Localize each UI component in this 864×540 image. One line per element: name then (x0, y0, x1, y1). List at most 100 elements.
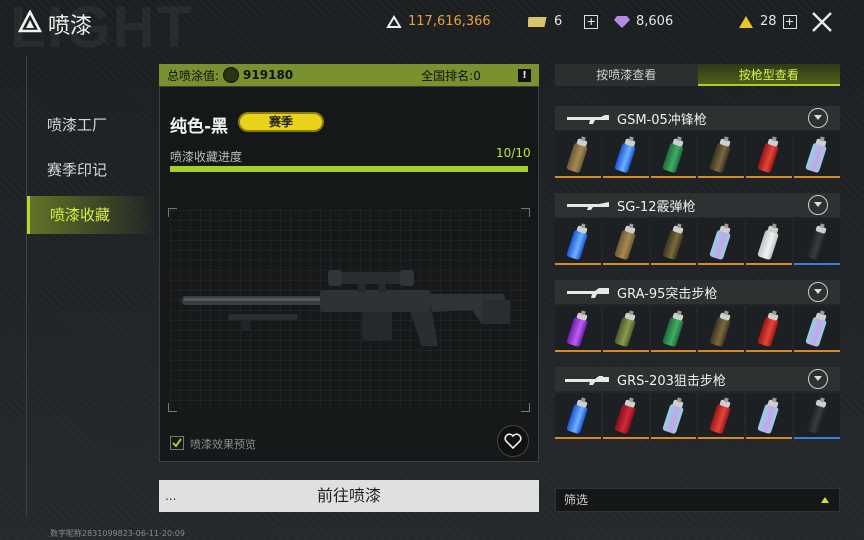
spray-can-icon (566, 397, 588, 434)
frame-corner (168, 403, 177, 412)
frame-corner (521, 208, 530, 217)
total-value-label: 总喷涂值: (167, 68, 220, 83)
chevron-down-icon[interactable] (808, 108, 828, 128)
season-badge: 赛季 (238, 112, 324, 132)
spray-can-icon (662, 397, 683, 434)
diamond-amount: 8,606 (636, 14, 674, 29)
spray-can-item[interactable] (746, 132, 793, 178)
frame-corner (521, 403, 530, 412)
diamond-currency: 8,606 (614, 14, 673, 29)
add-gold-button[interactable]: + (782, 14, 797, 29)
spray-can-item[interactable] (794, 132, 840, 178)
tab-by-weapon[interactable]: 按枪型查看 (697, 64, 840, 86)
spray-can-item[interactable] (794, 393, 840, 439)
spray-can-item[interactable] (555, 132, 601, 178)
spray-can-item[interactable] (650, 306, 697, 352)
spray-can-row (555, 393, 840, 439)
gold-triangle-icon (739, 15, 753, 28)
nav-item-season-mark[interactable]: 赛季印记 (27, 151, 155, 189)
info-icon[interactable]: ! (518, 68, 531, 82)
goto-paint-label: 前往喷漆 (316, 486, 381, 505)
spray-can-item[interactable] (602, 132, 649, 178)
weapon-group-header[interactable]: GSM-05冲锋枪 (555, 106, 840, 130)
spray-can-item[interactable] (746, 393, 793, 439)
weapon-group-name: GRS-203狙击步枪 (617, 373, 726, 389)
spray-can-item[interactable] (650, 219, 697, 265)
gun-icon (567, 202, 609, 210)
gun-icon (565, 376, 609, 385)
favorite-button[interactable] (497, 425, 529, 457)
goto-paint-button[interactable]: ... 前往喷漆 (159, 480, 539, 512)
paint-score-icon (223, 67, 240, 83)
total-value: 919180 (243, 68, 294, 82)
spray-can-item[interactable] (746, 306, 793, 352)
close-icon[interactable] (808, 8, 836, 36)
filter-dropdown[interactable]: 筛选 (555, 488, 840, 512)
weapon-group-header[interactable]: GRA-95突击步枪 (555, 280, 840, 304)
spray-can-item[interactable] (794, 219, 840, 265)
gold-currency: 28 + (738, 14, 797, 29)
heart-icon (504, 433, 522, 449)
rank-label: 全国排名:0 (421, 68, 481, 83)
weapon-group-name: GSM-05冲锋枪 (617, 112, 707, 128)
nav-item-paint-factory[interactable]: 喷漆工厂 (27, 106, 155, 144)
preview-effect-label: 喷漆效果预览 (190, 438, 256, 451)
spray-can-item[interactable] (602, 219, 649, 265)
nav-item-paint-collection[interactable]: 喷漆收藏 (27, 196, 155, 234)
spray-can-item[interactable] (698, 219, 745, 265)
spray-can-item[interactable] (698, 132, 745, 178)
coin-icon (386, 14, 402, 28)
filter-label: 筛选 (564, 493, 589, 507)
spray-can-icon (805, 223, 827, 260)
spray-can-icon (662, 223, 683, 260)
page-title: 喷漆 (48, 14, 93, 39)
weapon-group-name: GRA-95突击步枪 (617, 286, 718, 302)
weapon-preview[interactable] (168, 208, 530, 412)
progress-fill (170, 166, 528, 172)
spray-can-item[interactable] (602, 393, 649, 439)
spray-can-item[interactable] (746, 219, 793, 265)
spray-can-icon (662, 310, 683, 347)
spray-can-item[interactable] (698, 306, 745, 352)
tab-by-paint[interactable]: 按喷漆查看 (555, 64, 698, 86)
more-dots: ... (165, 489, 177, 503)
spray-can-item[interactable] (555, 393, 601, 439)
spray-can-icon (710, 310, 731, 347)
sniper-rifle-icon (182, 270, 510, 346)
progress-bar (170, 166, 528, 172)
spray-can-item[interactable] (650, 132, 697, 178)
spray-can-item[interactable] (650, 393, 697, 439)
weapon-group-header[interactable]: SG-12霰弹枪 (555, 193, 840, 217)
chevron-down-icon[interactable] (808, 195, 828, 215)
spray-can-item[interactable] (698, 393, 745, 439)
spray-can-icon (614, 397, 636, 434)
weapon-group-name: SG-12霰弹枪 (617, 199, 696, 215)
preview-effect-checkbox[interactable] (170, 436, 184, 450)
skin-name: 纯色-黑 (170, 117, 229, 137)
spray-can-row (555, 306, 840, 352)
spray-can-icon (566, 136, 588, 173)
spray-can-item[interactable] (602, 306, 649, 352)
spray-can-icon (758, 136, 779, 173)
spray-can-icon (614, 310, 636, 347)
progress-value: 10/10 (496, 146, 531, 160)
spray-can-icon (805, 397, 827, 434)
chevron-down-icon[interactable] (808, 282, 828, 302)
app-logo-icon (18, 10, 42, 33)
weapon-group-header[interactable]: GRS-203狙击步枪 (555, 367, 840, 391)
spray-can-icon (566, 223, 588, 260)
add-ticket-button[interactable]: + (584, 14, 599, 29)
spray-can-icon (805, 136, 827, 173)
player-id-footer: 数字昵称2831099823-06-11-20:09 (50, 529, 185, 538)
spray-can-item[interactable] (555, 219, 601, 265)
view-tabs: 按喷漆查看 按枪型查看 (555, 64, 840, 86)
progress-label: 喷漆收藏进度 (170, 150, 243, 164)
spray-can-icon (710, 136, 731, 173)
spray-can-icon (614, 223, 636, 260)
spray-can-item[interactable] (794, 306, 840, 352)
chevron-down-icon[interactable] (808, 369, 828, 389)
gun-icon (567, 288, 609, 298)
gun-icon (567, 115, 609, 124)
spray-can-item[interactable] (555, 306, 601, 352)
spray-can-icon (662, 136, 683, 173)
